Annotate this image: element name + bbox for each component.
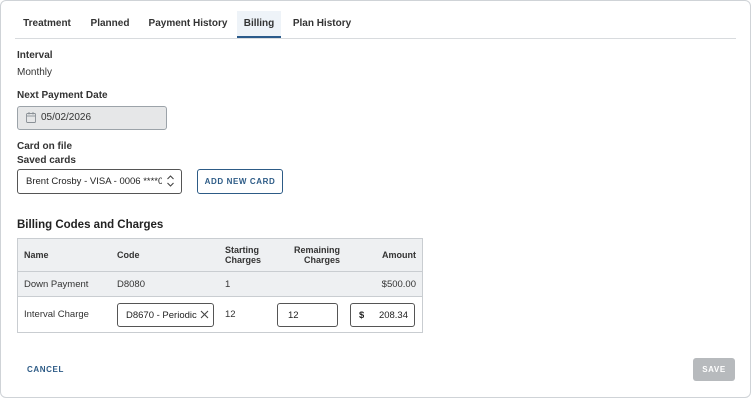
billing-panel: Treatment Planned Payment History Billin… (0, 0, 751, 398)
tab-plan-history[interactable]: Plan History (289, 11, 355, 37)
card-on-file-label: Card on file (17, 141, 73, 152)
save-button[interactable]: SAVE (693, 358, 735, 381)
code-input-value: D8670 - Periodic (126, 310, 197, 321)
row-starting-charges: 1 (225, 279, 231, 290)
amount-value: 208.34 (378, 310, 408, 321)
close-icon[interactable] (200, 310, 209, 319)
code-input[interactable]: D8670 - Periodic (117, 303, 214, 327)
remaining-charges-value: 12 (288, 310, 299, 321)
saved-cards-label: Saved cards (17, 155, 76, 166)
saved-card-select[interactable]: Brent Crosby - VISA - 0006 ****0 (17, 169, 182, 194)
saved-card-value: Brent Crosby - VISA - 0006 ****0 (26, 176, 162, 187)
row-name: Down Payment (24, 279, 89, 290)
interval-label: Interval (17, 50, 53, 61)
table-row: Down Payment D8080 1 $500.00 (18, 272, 422, 297)
currency-symbol: $ (359, 310, 365, 321)
add-new-card-button[interactable]: ADD NEW CARD (197, 169, 283, 194)
calendar-icon (26, 112, 36, 123)
header-starting-charges: Starting Charges (225, 245, 262, 265)
row-amount: $500.00 (381, 279, 416, 290)
table-row: Interval Charge D8670 - Periodic 12 12 $… (18, 297, 422, 332)
header-amount: Amount (382, 250, 416, 260)
next-payment-label: Next Payment Date (17, 90, 108, 101)
amount-input[interactable]: $ 208.34 (350, 303, 415, 327)
tab-planned[interactable]: Planned (83, 11, 137, 37)
chevron-up-down-icon (167, 175, 174, 187)
row-code: D8080 (117, 279, 145, 290)
tab-billing[interactable]: Billing (237, 11, 281, 38)
billing-table: Name Code Starting Charges Remaining Cha… (17, 238, 423, 333)
row-starting-charges: 12 (225, 309, 236, 320)
interval-value: Monthly (17, 67, 53, 78)
next-payment-date-value: 05/02/2026 (41, 112, 92, 123)
tab-treatment[interactable]: Treatment (15, 11, 79, 37)
tab-payment-history[interactable]: Payment History (143, 11, 233, 37)
header-name: Name (24, 250, 49, 260)
header-remaining-charges: Remaining Charges (293, 245, 340, 265)
next-payment-date-field: 05/02/2026 (17, 106, 167, 130)
row-name: Interval Charge (24, 309, 89, 320)
remaining-charges-input[interactable]: 12 (277, 303, 338, 327)
cancel-button[interactable]: CANCEL (27, 365, 64, 374)
billing-section-title: Billing Codes and Charges (17, 219, 164, 231)
header-code: Code (117, 250, 140, 260)
tab-bar: Treatment Planned Payment History Billin… (15, 11, 736, 39)
table-header: Name Code Starting Charges Remaining Cha… (18, 239, 422, 272)
